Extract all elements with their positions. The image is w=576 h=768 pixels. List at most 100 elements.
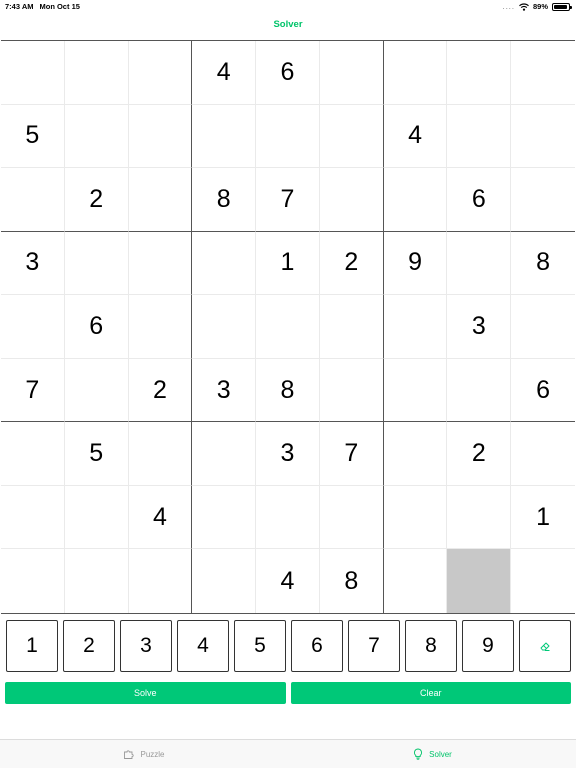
sudoku-cell-r5c5[interactable] [256,295,320,359]
sudoku-cell-r9c9[interactable] [511,549,575,613]
number-key-9[interactable]: 9 [462,620,514,672]
number-key-5[interactable]: 5 [234,620,286,672]
sudoku-cell-r2c6[interactable] [319,104,384,169]
sudoku-cell-r6c8[interactable] [447,358,512,423]
sudoku-cell-r8c1[interactable] [1,485,65,550]
sudoku-cell-r7c8[interactable]: 2 [447,422,512,486]
clear-button[interactable]: Clear [290,682,571,704]
sudoku-cell-r2c4[interactable] [192,104,257,169]
sudoku-cell-r7c6[interactable]: 7 [319,422,384,486]
sudoku-cell-r4c4[interactable] [192,231,257,296]
sudoku-cell-r3c9[interactable] [511,168,575,232]
sudoku-cell-r2c2[interactable] [64,104,129,169]
sudoku-cell-r7c4[interactable] [192,422,257,486]
sudoku-cell-r7c5[interactable]: 3 [256,422,320,486]
number-key-7[interactable]: 7 [348,620,400,672]
number-key-3[interactable]: 3 [120,620,172,672]
sudoku-cell-r6c6[interactable] [319,358,384,423]
sudoku-cell-r7c2[interactable]: 5 [64,422,129,486]
sudoku-cell-r8c8[interactable] [447,485,512,550]
sudoku-cell-r7c1[interactable] [1,422,65,486]
sudoku-cell-r3c7[interactable] [383,168,448,232]
sudoku-cell-r5c3[interactable] [128,295,193,359]
sudoku-cell-r6c7[interactable] [383,358,448,423]
sudoku-cell-r1c6[interactable] [319,41,384,105]
sudoku-cell-r2c1[interactable]: 5 [1,104,65,169]
sudoku-cell-r2c9[interactable] [511,104,575,169]
sudoku-cell-r9c5[interactable]: 4 [256,549,320,613]
sudoku-cell-r3c2[interactable]: 2 [64,168,129,232]
sudoku-cell-r6c1[interactable]: 7 [1,358,65,423]
sudoku-cell-r4c5[interactable]: 1 [256,231,320,296]
sudoku-cell-r4c6[interactable]: 2 [319,231,384,296]
sudoku-cell-r3c8[interactable]: 6 [447,168,512,232]
sudoku-cell-r5c1[interactable] [1,295,65,359]
sudoku-cell-r9c4[interactable] [192,549,257,613]
navigation-bar: Solver [0,14,576,40]
sudoku-cell-r2c8[interactable] [447,104,512,169]
sudoku-cell-r7c9[interactable] [511,422,575,486]
sudoku-cell-r9c3[interactable] [128,549,193,613]
wifi-icon [519,2,529,11]
sudoku-cell-r4c3[interactable] [128,231,193,296]
sudoku-cell-r4c2[interactable] [64,231,129,296]
sudoku-cell-r9c1[interactable] [1,549,65,613]
sudoku-cell-r8c9[interactable]: 1 [511,485,575,550]
sudoku-cell-r9c2[interactable] [64,549,129,613]
sudoku-cell-r1c3[interactable] [128,41,193,105]
page-title: Solver [273,19,303,30]
sudoku-cell-r6c2[interactable] [64,358,129,423]
sudoku-cell-r2c5[interactable] [256,104,320,169]
sudoku-cell-r1c5[interactable]: 6 [256,41,320,105]
sudoku-cell-r1c4[interactable]: 4 [192,41,257,105]
sudoku-cell-r1c8[interactable] [447,41,512,105]
sudoku-cell-r4c9[interactable]: 8 [511,231,575,296]
sudoku-cell-r6c5[interactable]: 8 [256,358,320,423]
sudoku-cell-r8c5[interactable] [256,485,320,550]
sudoku-cell-r5c8[interactable]: 3 [447,295,512,359]
sudoku-cell-r9c8[interactable] [447,549,512,613]
sudoku-cell-r1c9[interactable] [511,41,575,105]
sudoku-cell-r6c4[interactable]: 3 [192,358,257,423]
tab-solver[interactable]: Solver [288,740,576,768]
number-key-1[interactable]: 1 [6,620,58,672]
sudoku-cell-r5c9[interactable] [511,295,575,359]
tab-puzzle[interactable]: Puzzle [0,740,288,768]
sudoku-cell-r6c9[interactable]: 6 [511,358,575,423]
number-key-2[interactable]: 2 [63,620,115,672]
number-key-8[interactable]: 8 [405,620,457,672]
sudoku-cell-r5c7[interactable] [383,295,448,359]
eraser-icon [540,642,550,651]
sudoku-cell-r2c3[interactable] [128,104,193,169]
sudoku-cell-r9c7[interactable] [383,549,448,613]
sudoku-cell-r2c7[interactable]: 4 [383,104,448,169]
sudoku-cell-r1c7[interactable] [383,41,448,105]
sudoku-cell-r8c2[interactable] [64,485,129,550]
battery-percent: 89% [532,2,548,11]
sudoku-cell-r8c3[interactable]: 4 [128,485,193,550]
sudoku-cell-r1c2[interactable] [64,41,129,105]
number-key-6[interactable]: 6 [291,620,343,672]
sudoku-cell-r1c1[interactable] [1,41,65,105]
sudoku-cell-r4c1[interactable]: 3 [1,231,65,296]
sudoku-cell-r4c7[interactable]: 9 [383,231,448,296]
sudoku-cell-r5c4[interactable] [192,295,257,359]
number-key-4[interactable]: 4 [177,620,229,672]
sudoku-cell-r8c4[interactable] [192,485,257,550]
sudoku-cell-r7c7[interactable] [383,422,448,486]
sudoku-cell-r5c6[interactable] [319,295,384,359]
sudoku-cell-r3c6[interactable] [319,168,384,232]
sudoku-cell-r3c3[interactable] [128,168,193,232]
sudoku-cell-r4c8[interactable] [447,231,512,296]
erase-button[interactable] [519,620,571,672]
solve-button[interactable]: Solve [5,682,286,704]
sudoku-cell-r8c7[interactable] [383,485,448,550]
sudoku-cell-r5c2[interactable]: 6 [64,295,129,359]
sudoku-cell-r9c6[interactable]: 8 [319,549,384,613]
sudoku-cell-r6c3[interactable]: 2 [128,358,193,423]
sudoku-cell-r3c1[interactable] [1,168,65,232]
sudoku-cell-r3c5[interactable]: 7 [256,168,320,232]
sudoku-cell-r8c6[interactable] [319,485,384,550]
sudoku-cell-r7c3[interactable] [128,422,193,486]
sudoku-cell-r3c4[interactable]: 8 [192,168,257,232]
